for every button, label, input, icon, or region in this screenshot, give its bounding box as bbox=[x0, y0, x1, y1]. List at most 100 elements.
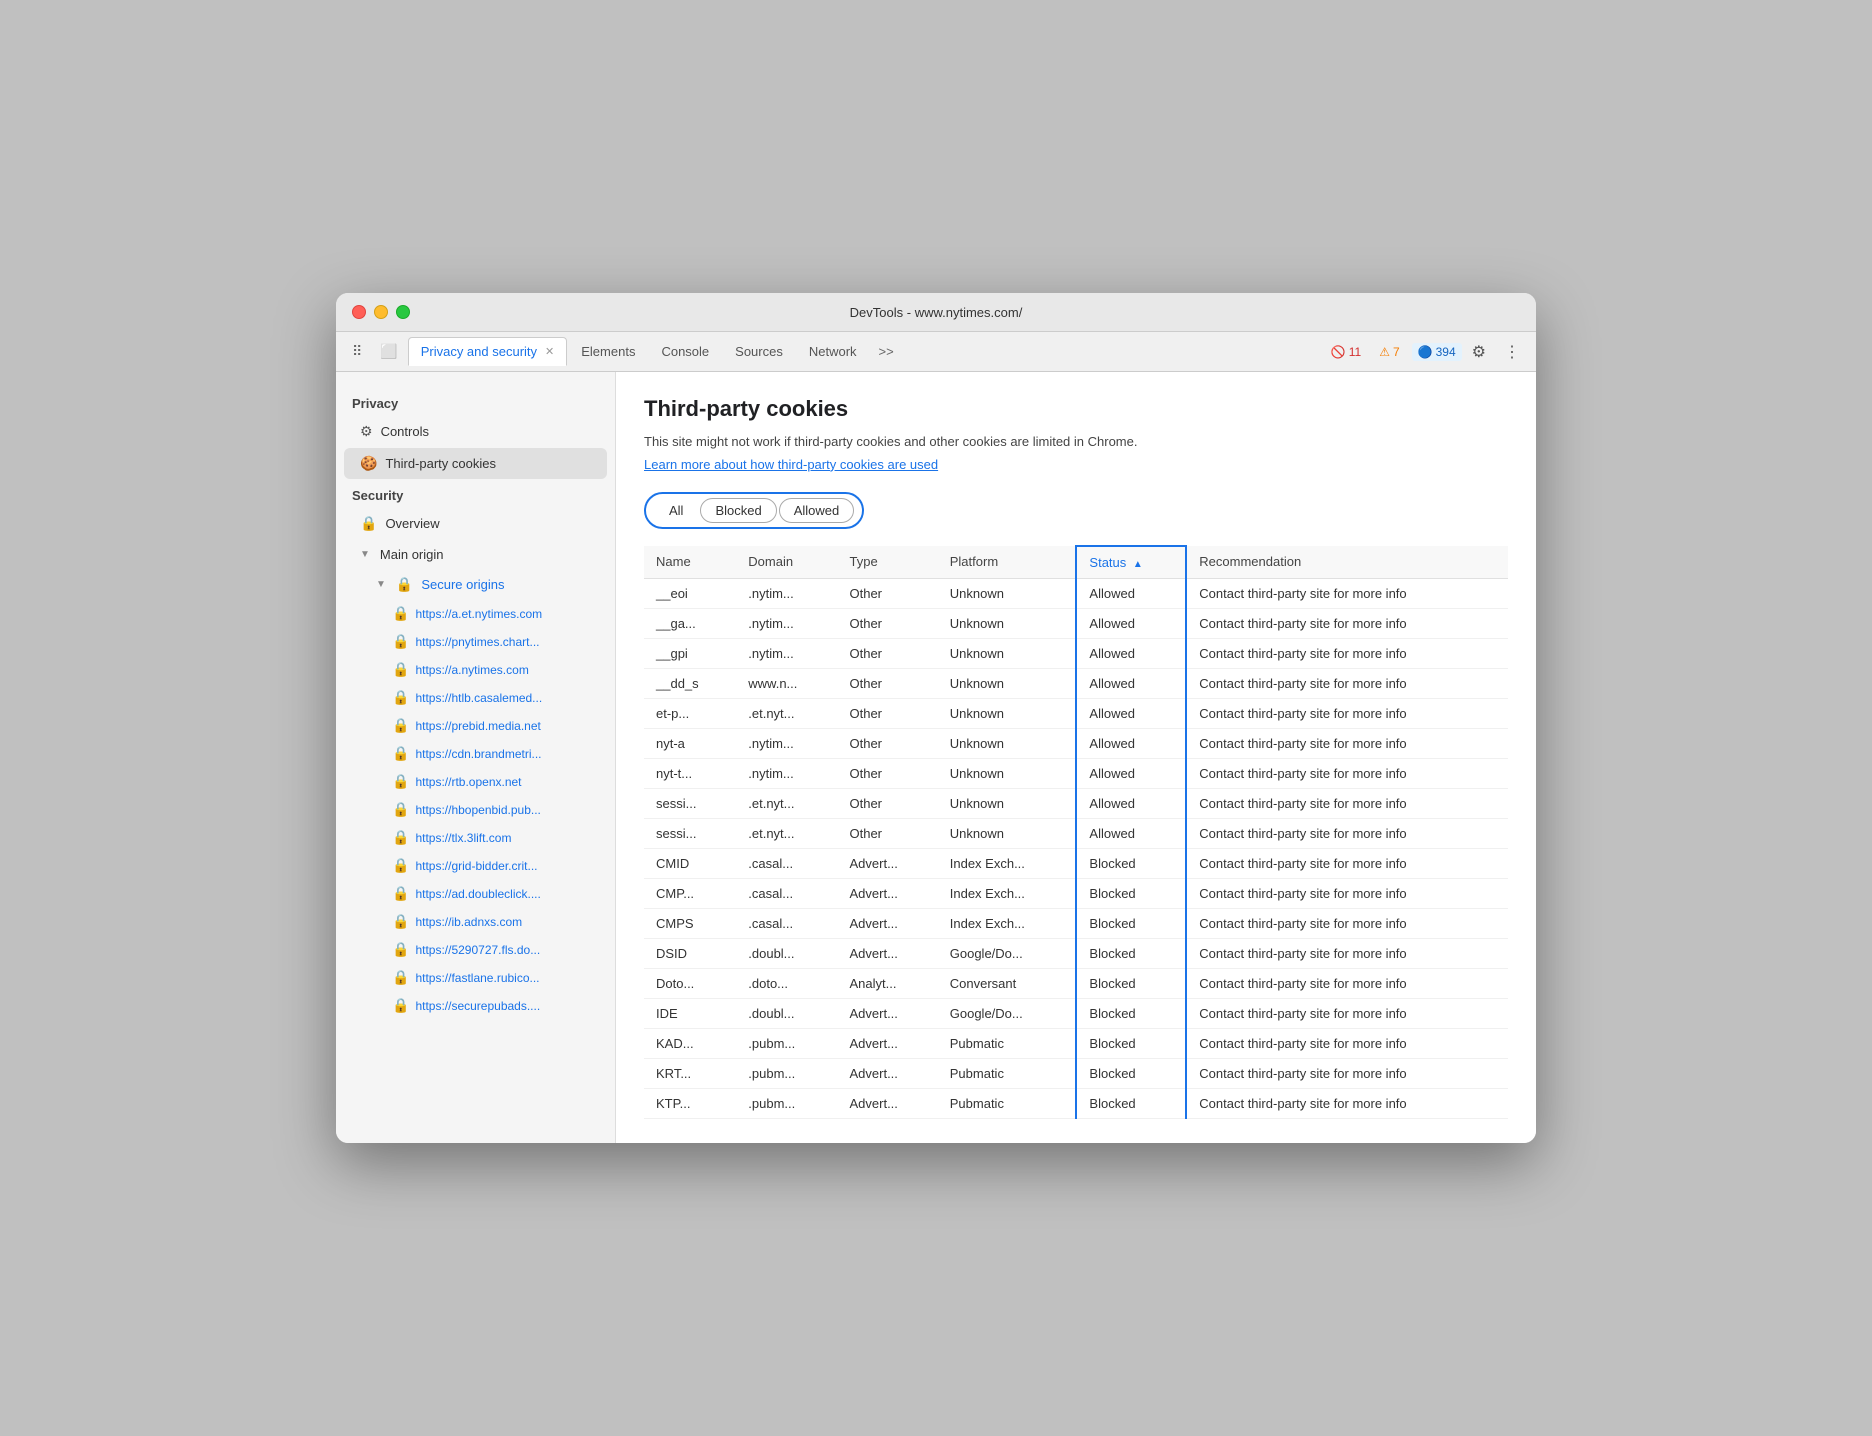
sidebar-origin-12[interactable]: 🔒 https://5290727.fls.do... bbox=[344, 936, 607, 963]
tab-network[interactable]: Network bbox=[797, 338, 869, 365]
cell-domain: .casal... bbox=[736, 878, 837, 908]
col-header-status[interactable]: Status ▲ bbox=[1076, 546, 1186, 579]
col-header-domain[interactable]: Domain bbox=[736, 546, 837, 579]
secure-origins-label: Secure origins bbox=[421, 577, 504, 592]
close-button[interactable] bbox=[352, 305, 366, 319]
table-row[interactable]: sessi... .et.nyt... Other Unknown Allowe… bbox=[644, 818, 1508, 848]
cell-platform: Index Exch... bbox=[938, 848, 1077, 878]
cell-domain: .pubm... bbox=[736, 1028, 837, 1058]
table-row[interactable]: KRT... .pubm... Advert... Pubmatic Block… bbox=[644, 1058, 1508, 1088]
sidebar-item-third-party-cookies[interactable]: 🍪 Third-party cookies bbox=[344, 448, 607, 479]
sidebar-origin-3[interactable]: 🔒 https://htlb.casalemed... bbox=[344, 684, 607, 711]
table-row[interactable]: __ga... .nytim... Other Unknown Allowed … bbox=[644, 608, 1508, 638]
learn-more-link[interactable]: Learn more about how third-party cookies… bbox=[644, 457, 938, 472]
sidebar-origin-11[interactable]: 🔒 https://ib.adnxs.com bbox=[344, 908, 607, 935]
table-row[interactable]: IDE .doubl... Advert... Google/Do... Blo… bbox=[644, 998, 1508, 1028]
cell-type: Advert... bbox=[838, 878, 938, 908]
sidebar-item-secure-origins[interactable]: ▼ 🔒 Secure origins bbox=[344, 570, 607, 599]
sidebar-origin-7[interactable]: 🔒 https://hbopenbid.pub... bbox=[344, 796, 607, 823]
more-options-icon[interactable]: ⋮ bbox=[1496, 336, 1528, 368]
expand-arrow-icon: ▼ bbox=[360, 549, 370, 560]
cell-type: Other bbox=[838, 728, 938, 758]
table-row[interactable]: CMPS .casal... Advert... Index Exch... B… bbox=[644, 908, 1508, 938]
table-row[interactable]: DSID .doubl... Advert... Google/Do... Bl… bbox=[644, 938, 1508, 968]
more-tabs-button[interactable]: >> bbox=[871, 338, 902, 365]
sidebar-origin-6[interactable]: 🔒 https://rtb.openx.net bbox=[344, 768, 607, 795]
tab-console[interactable]: Console bbox=[649, 338, 721, 365]
col-header-platform[interactable]: Platform bbox=[938, 546, 1077, 579]
window-title: DevTools - www.nytimes.com/ bbox=[850, 305, 1023, 320]
sidebar-origin-0[interactable]: 🔒 https://a.et.nytimes.com bbox=[344, 600, 607, 627]
sidebar-origin-5[interactable]: 🔒 https://cdn.brandmetri... bbox=[344, 740, 607, 767]
sidebar-item-controls[interactable]: ⚙ Controls bbox=[344, 416, 607, 447]
sidebar-origin-8[interactable]: 🔒 https://tlx.3lift.com bbox=[344, 824, 607, 851]
table-row[interactable]: sessi... .et.nyt... Other Unknown Allowe… bbox=[644, 788, 1508, 818]
table-row[interactable]: nyt-a .nytim... Other Unknown Allowed Co… bbox=[644, 728, 1508, 758]
maximize-button[interactable] bbox=[396, 305, 410, 319]
cell-name: __dd_s bbox=[644, 668, 736, 698]
cell-type: Other bbox=[838, 698, 938, 728]
tab-label: Network bbox=[809, 344, 857, 359]
cell-name: CMP... bbox=[644, 878, 736, 908]
cell-domain: .doto... bbox=[736, 968, 837, 998]
sidebar-origin-14[interactable]: 🔒 https://securepubads.... bbox=[344, 992, 607, 1019]
filter-all-button[interactable]: All bbox=[654, 498, 698, 523]
cell-platform: Unknown bbox=[938, 698, 1077, 728]
tab-privacy-security[interactable]: Privacy and security ✕ bbox=[408, 337, 568, 366]
third-party-label: Third-party cookies bbox=[385, 456, 496, 471]
warning-icon: ⚠ bbox=[1379, 345, 1390, 359]
sort-arrow-icon: ▲ bbox=[1133, 559, 1143, 570]
minimize-button[interactable] bbox=[374, 305, 388, 319]
sidebar-origin-4[interactable]: 🔒 https://prebid.media.net bbox=[344, 712, 607, 739]
cell-platform: Google/Do... bbox=[938, 938, 1077, 968]
cell-type: Advert... bbox=[838, 848, 938, 878]
warning-badge[interactable]: ⚠ 7 bbox=[1373, 343, 1405, 361]
sidebar-origin-9[interactable]: 🔒 https://grid-bidder.crit... bbox=[344, 852, 607, 879]
settings-icon[interactable]: ⚙ bbox=[1464, 336, 1494, 368]
table-row[interactable]: __dd_s www.n... Other Unknown Allowed Co… bbox=[644, 668, 1508, 698]
table-row[interactable]: Doto... .doto... Analyt... Conversant Bl… bbox=[644, 968, 1508, 998]
cookie-icon: 🍪 bbox=[360, 455, 377, 472]
cell-platform: Pubmatic bbox=[938, 1028, 1077, 1058]
tab-label: Elements bbox=[581, 344, 635, 359]
sidebar-item-overview[interactable]: 🔒 Overview bbox=[344, 508, 607, 539]
inspect-icon[interactable]: ⠿ bbox=[344, 337, 370, 366]
cell-name: KRT... bbox=[644, 1058, 736, 1088]
col-header-name[interactable]: Name bbox=[644, 546, 736, 579]
main-origin-label: Main origin bbox=[380, 547, 444, 562]
error-badge[interactable]: 🚫 11 bbox=[1325, 343, 1367, 361]
table-row[interactable]: __gpi .nytim... Other Unknown Allowed Co… bbox=[644, 638, 1508, 668]
table-row[interactable]: CMP... .casal... Advert... Index Exch...… bbox=[644, 878, 1508, 908]
table-row[interactable]: KTP... .pubm... Advert... Pubmatic Block… bbox=[644, 1088, 1508, 1118]
sidebar-origin-13[interactable]: 🔒 https://fastlane.rubico... bbox=[344, 964, 607, 991]
privacy-section-label: Privacy bbox=[336, 388, 615, 415]
sidebar-origin-1[interactable]: 🔒 https://pnytimes.chart... bbox=[344, 628, 607, 655]
sidebar-origin-2[interactable]: 🔒 https://a.nytimes.com bbox=[344, 656, 607, 683]
info-badge[interactable]: 🔵 394 bbox=[1412, 343, 1462, 361]
tab-label: Sources bbox=[735, 344, 783, 359]
cell-recommendation: Contact third-party site for more info bbox=[1186, 968, 1508, 998]
cell-name: DSID bbox=[644, 938, 736, 968]
cell-recommendation: Contact third-party site for more info bbox=[1186, 878, 1508, 908]
page-description: This site might not work if third-party … bbox=[644, 432, 1508, 452]
sidebar-origin-10[interactable]: 🔒 https://ad.doubleclick.... bbox=[344, 880, 607, 907]
table-row[interactable]: et-p... .et.nyt... Other Unknown Allowed… bbox=[644, 698, 1508, 728]
filter-blocked-button[interactable]: Blocked bbox=[700, 498, 776, 523]
table-row[interactable]: __eoi .nytim... Other Unknown Allowed Co… bbox=[644, 578, 1508, 608]
expand-arrow-icon: ▼ bbox=[376, 579, 386, 590]
sidebar-item-main-origin[interactable]: ▼ Main origin bbox=[344, 540, 607, 569]
col-header-recommendation[interactable]: Recommendation bbox=[1186, 546, 1508, 579]
lock-icon: 🔒 bbox=[392, 857, 409, 874]
col-header-type[interactable]: Type bbox=[838, 546, 938, 579]
device-icon[interactable]: ⬜ bbox=[372, 337, 405, 366]
table-row[interactable]: KAD... .pubm... Advert... Pubmatic Block… bbox=[644, 1028, 1508, 1058]
table-row[interactable]: CMID .casal... Advert... Index Exch... B… bbox=[644, 848, 1508, 878]
table-row[interactable]: nyt-t... .nytim... Other Unknown Allowed… bbox=[644, 758, 1508, 788]
cell-type: Advert... bbox=[838, 998, 938, 1028]
cell-status: Blocked bbox=[1076, 878, 1186, 908]
tab-elements[interactable]: Elements bbox=[569, 338, 647, 365]
cell-platform: Pubmatic bbox=[938, 1058, 1077, 1088]
tab-sources[interactable]: Sources bbox=[723, 338, 795, 365]
tab-close-icon[interactable]: ✕ bbox=[545, 345, 554, 358]
filter-allowed-button[interactable]: Allowed bbox=[779, 498, 855, 523]
